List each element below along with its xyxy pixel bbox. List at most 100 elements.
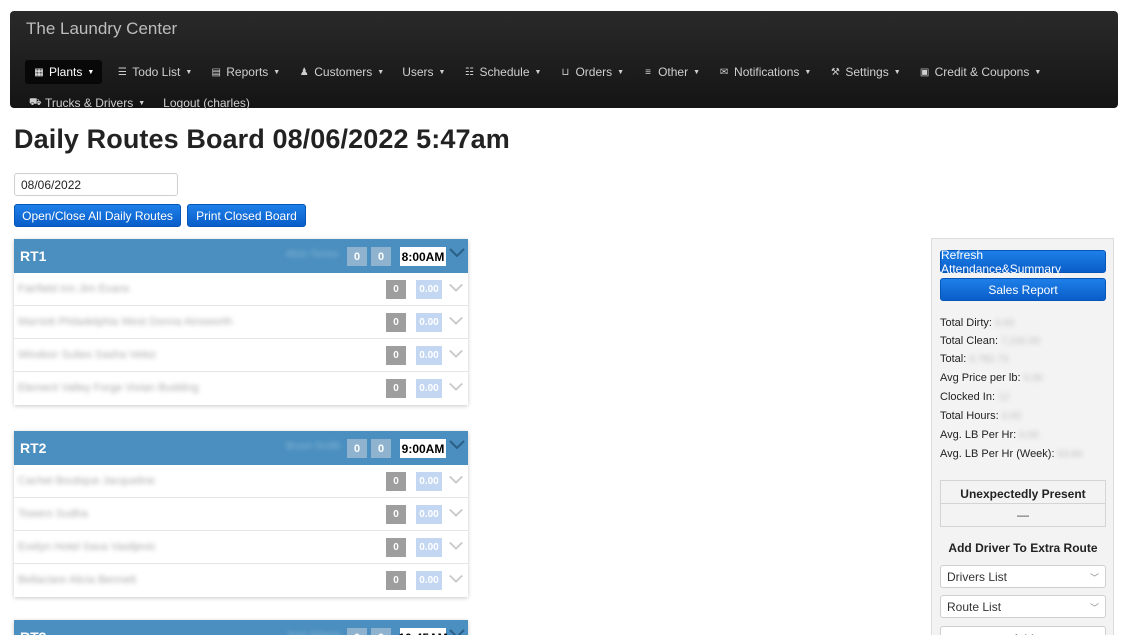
nav-orders[interactable]: ⊔ Orders ▼ (555, 60, 628, 84)
stop-count: 0 (386, 472, 406, 491)
nav-notifications[interactable]: ✉ Notifications ▼ (714, 60, 815, 84)
page-title: Daily Routes Board 08/06/2022 5:47am (14, 124, 510, 154)
chevron-down-icon[interactable] (448, 281, 464, 299)
envelope-icon: ✉ (719, 66, 729, 78)
nav-other[interactable]: ≡ Other ▼ (638, 60, 704, 84)
nav-credit-coupons[interactable]: ▣ Credit & Coupons ▼ (915, 60, 1046, 84)
nav-schedule[interactable]: ☷ Schedule ▼ (459, 60, 545, 84)
cart-icon: ⊔ (561, 66, 570, 78)
route-header[interactable]: RT3 Jose Adams 00 10:45AM (14, 620, 468, 635)
bars-icon: ≡ (645, 66, 651, 78)
chevron-down-icon[interactable] (448, 572, 464, 590)
brand-title[interactable]: The Laundry Center (26, 19, 177, 39)
stop-row: Bellaciare Alicia Bennett 0 0.00 (14, 564, 468, 597)
route-count-a: 0 (347, 628, 367, 635)
stop-count: 0 (386, 346, 406, 365)
nav-row-primary: ▦ Plants ▼ ☰ Todo List ▼ ▤ Reports ▼ ♟ Customers ▼ U… (25, 60, 1055, 84)
route-name: RT2 (20, 440, 47, 456)
stop-name[interactable]: Evelyn Hotel Sava Vasiljevic (18, 541, 156, 553)
nav-label: Todo List (132, 65, 181, 79)
nav-users[interactable]: Users ▼ (398, 60, 449, 84)
stop-name[interactable]: Marriott Philadelphia West Donna Ainswor… (18, 316, 232, 328)
stop-amount: 0.00 (416, 538, 442, 557)
nav-settings[interactable]: ⚒ Settings ▼ (825, 60, 904, 84)
chevron-down-icon[interactable] (448, 627, 466, 635)
route-time[interactable]: 10:45AM (398, 628, 448, 635)
truck-icon: ⛟ (29, 96, 42, 108)
route-time[interactable]: 9:00AM (400, 439, 446, 458)
summary-stat: Total Clean: 7,232.00 (940, 335, 1040, 347)
nav-plants[interactable]: ▦ Plants ▼ (25, 60, 103, 84)
nav-label: Logout (charles) (163, 96, 250, 110)
chevron-down-icon: ﹀ (1089, 603, 1099, 613)
route-card: RT1 Alvin Torres 0 0 8:00AM Fairfield Inn Jim… (14, 239, 468, 405)
chevron-down-icon[interactable] (448, 380, 464, 398)
route-driver: Alvin Torres (286, 249, 339, 260)
list-icon: ☰ (117, 66, 127, 78)
chevron-down-icon[interactable] (448, 246, 466, 266)
route-card: RT3 Jose Adams 00 10:45AM (14, 620, 468, 635)
route-list-select[interactable]: Route List ﹀ (940, 595, 1106, 618)
open-close-all-routes-button[interactable]: Open/Close All Daily Routes (14, 204, 181, 227)
route-count-b: 0 (371, 439, 391, 458)
stop-name[interactable]: Fairfield Inn Jim Evans (18, 283, 129, 295)
stop-row: Element Valley Forge Vivian Budding 0 0.00 (14, 372, 468, 405)
stat-value: 6,782.73 (969, 354, 1009, 365)
stat-value: 0.00 (1019, 430, 1039, 441)
summary-stat: Total Hours: 0.00 (940, 410, 1021, 422)
summary-stat: Avg. LB Per Hr (Week): 63.84 (940, 448, 1083, 460)
user-icon: ♟ (299, 66, 309, 78)
nav-customers[interactable]: ♟ Customers ▼ (294, 60, 388, 84)
sales-report-button[interactable]: Sales Report (940, 278, 1106, 301)
stop-amount: 0.00 (416, 313, 442, 332)
add-driver-button[interactable]: Add (940, 626, 1106, 635)
nav-label: Orders (575, 65, 613, 79)
print-closed-board-button[interactable]: Print Closed Board (187, 204, 306, 227)
refresh-attendance-summary-button[interactable]: Refresh Attendance&Summary (940, 248, 1106, 276)
stop-count: 0 (386, 313, 406, 332)
nav-label: Other (658, 65, 689, 79)
nav-trucks-drivers[interactable]: ⛟ Trucks & Drivers ▼ (25, 91, 149, 115)
stop-row: Windsor Suites Sasha Velez 0 0.00 (14, 339, 468, 372)
stop-count: 0 (386, 505, 406, 524)
wrench-icon: ⚒ (830, 66, 840, 78)
stop-row: Marriott Philadelphia West Donna Ainswor… (14, 306, 468, 339)
summary-panel: Refresh Attendance&Summary Sales Report … (931, 238, 1114, 635)
chevron-down-icon[interactable] (448, 506, 464, 524)
drivers-list-select[interactable]: Drivers List ﹀ (940, 565, 1106, 588)
nav-label: Notifications (734, 65, 800, 79)
route-time[interactable]: 8:00AM (400, 247, 446, 266)
chevron-down-icon[interactable] (448, 539, 464, 557)
stat-value: 7,232.00 (1001, 336, 1041, 347)
stop-name[interactable]: Windsor Suites Sasha Velez (18, 349, 156, 361)
caret-down-icon: ▼ (273, 68, 281, 76)
stop-name[interactable]: Element Valley Forge Vivian Budding (18, 382, 199, 394)
group-icon: ☷ (464, 66, 474, 78)
stat-value: 12 (998, 392, 1010, 403)
nav-reports[interactable]: ▤ Reports ▼ (206, 60, 284, 84)
nav-logout-charles[interactable]: Logout (charles) (159, 91, 254, 115)
unexpectedly-present-box: Unexpectedly Present — (940, 480, 1106, 527)
route-header[interactable]: RT2 Bruce Smith 0 0 9:00AM (14, 431, 468, 465)
caret-down-icon: ▼ (185, 68, 193, 76)
date-input[interactable] (14, 173, 178, 196)
top-navbar: The Laundry Center ▦ Plants ▼ ☰ Todo List ▼ ▤ R… (10, 11, 1118, 110)
caret-down-icon: ▼ (87, 68, 95, 76)
chevron-down-icon[interactable] (448, 473, 464, 491)
stat-label: Total Hours: (940, 410, 999, 422)
chevron-down-icon[interactable] (448, 314, 464, 332)
stop-count: 0 (386, 379, 406, 398)
nav-todo-list[interactable]: ☰ Todo List ▼ (112, 60, 196, 84)
chevron-down-icon[interactable] (448, 438, 466, 458)
stop-row: Cachet Boutique Jacqueline 0 0.00 (14, 465, 468, 498)
nav-label: Credit & Coupons (934, 65, 1030, 79)
stop-name[interactable]: Bellaciare Alicia Bennett (18, 574, 136, 586)
chevron-down-icon[interactable] (448, 347, 464, 365)
route-header[interactable]: RT1 Alvin Torres 0 0 8:00AM (14, 239, 468, 273)
route-name: RT1 (20, 248, 47, 264)
route-count-b: 0 (371, 247, 391, 266)
stat-value: 0.00 (1023, 373, 1043, 384)
stop-name[interactable]: Cachet Boutique Jacqueline (18, 475, 155, 487)
stop-name[interactable]: Towers Sudha (18, 508, 88, 520)
stop-row: Evelyn Hotel Sava Vasiljevic 0 0.00 (14, 531, 468, 564)
